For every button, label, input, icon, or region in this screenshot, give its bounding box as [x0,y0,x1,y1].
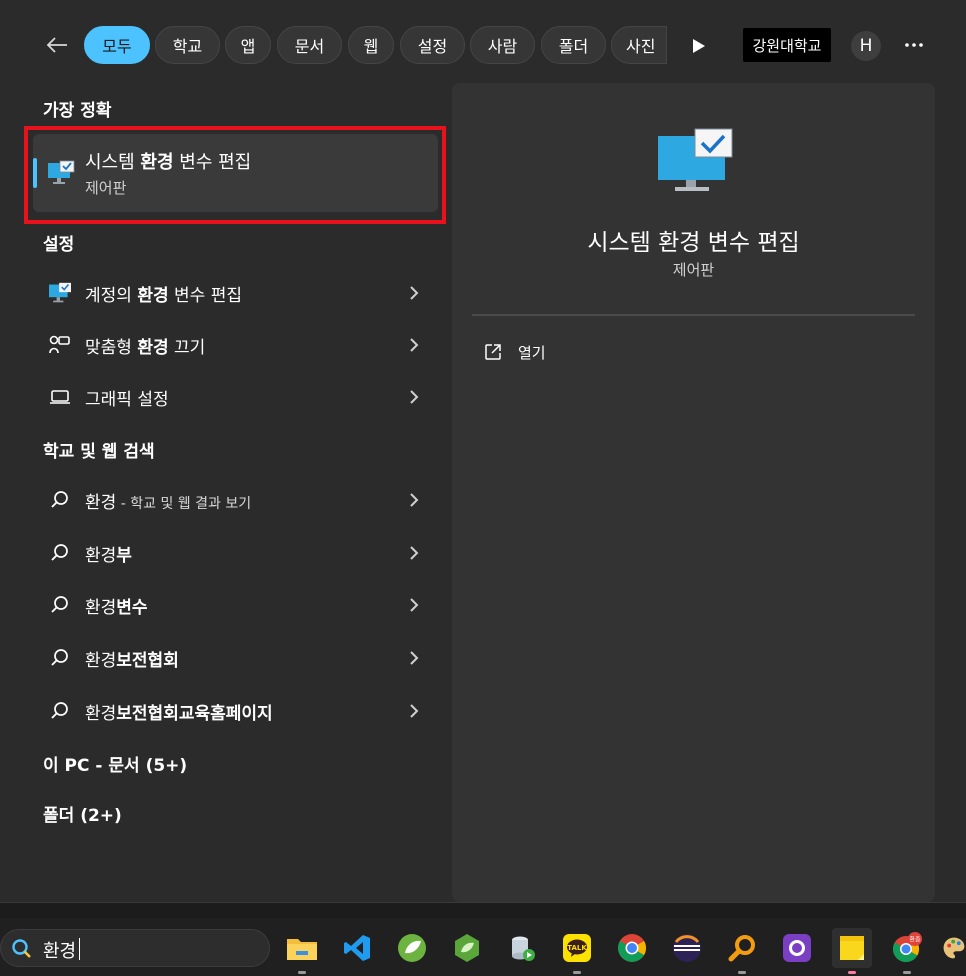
chrome-icon[interactable] [612,928,652,968]
ellipsis-icon [905,43,923,47]
kakaotalk-icon[interactable]: TALK [557,928,597,974]
search-icon [51,596,68,613]
preview-pane: 시스템 환경 변수 편집 제어판 열기 [452,83,935,902]
text-caret [79,938,80,960]
chrome-profile-icon[interactable]: 환종 [887,928,927,974]
folders-heading[interactable]: 폴더 (2+) [43,801,122,826]
play-icon [693,39,705,53]
search-icon [51,544,68,561]
avatar[interactable]: H [851,31,881,61]
running-indicator [903,971,911,974]
github-desktop-icon[interactable] [777,928,817,968]
search-icon [51,649,68,666]
personalization-icon [49,335,70,354]
suggestion-label: 환경 - 학교 및 웹 결과 보기 [85,493,252,513]
chevron-right-icon [410,390,419,404]
database-tool-icon[interactable] [502,928,542,968]
chevron-right-icon [410,651,419,665]
monitor-check-icon [658,128,733,191]
filter-chip-school[interactable]: 학교 [155,26,220,64]
suggestion-label: 환경부 [85,546,132,566]
settings-result-item[interactable]: 그래픽 설정 [33,374,438,420]
kakaotalk-label: TALK [567,944,587,952]
chevron-right-icon [410,493,419,507]
suggestion-label: 환경변수 [85,598,148,618]
filter-chip-photos[interactable]: 사진 [611,26,667,64]
suggestion-label: 환경보전협회 [85,651,179,671]
web-search-suggestion[interactable]: 환경부 [33,530,438,576]
taskbar-search-box[interactable]: 환경 [0,929,270,967]
filter-chip-all[interactable]: 모두 [84,26,150,64]
web-search-suggestion[interactable]: 환경보전협회 [33,635,438,681]
filter-bar: 모두 학교 앱 문서 웹 설정 사람 폴더 사진 강원대학교 H [0,0,966,90]
highlight-box [24,126,446,224]
running-indicator [738,971,746,974]
monitor-check-icon [49,282,71,303]
settings-heading: 설정 [43,235,75,255]
search-icon [51,702,68,719]
chevron-right-icon [410,598,419,612]
chevron-right-icon [410,704,419,718]
chevron-right-icon [410,338,419,352]
chevron-right-icon [410,546,419,560]
filter-chip-people[interactable]: 사람 [470,26,535,64]
web-search-heading: 학교 및 웹 검색 [43,442,155,462]
spring-tool-suite-icon[interactable] [392,928,432,968]
settings-result-item[interactable]: 계정의 환경 변수 편집 [33,270,438,316]
laptop-icon [50,390,70,404]
running-indicator [573,971,581,974]
back-arrow-icon [46,37,67,53]
filter-chip-documents[interactable]: 문서 [277,26,342,64]
filter-chip-web[interactable]: 웹 [348,26,394,64]
open-label: 열기 [518,343,546,362]
eclipse-icon[interactable] [667,928,707,968]
chevron-right-icon [410,286,419,300]
web-search-suggestion[interactable]: 환경변수 [33,582,438,628]
back-button[interactable] [40,28,74,62]
search-panel: 모두 학교 앱 문서 웹 설정 사람 폴더 사진 강원대학교 H 가장 정확 시… [0,0,966,903]
spring-boot-icon[interactable] [447,928,487,968]
pc-documents-heading[interactable]: 이 PC - 문서 (5+) [43,751,187,776]
preview-title: 시스템 환경 변수 편집 [587,230,800,256]
filter-chip-folders[interactable]: 폴더 [541,26,606,64]
file-explorer-icon[interactable] [282,928,322,974]
sticky-notes-icon[interactable] [832,928,872,974]
search-icon [51,491,68,508]
web-search-suggestion[interactable]: 환경 - 학교 및 웹 결과 보기 [33,477,438,523]
settings-result-item[interactable]: 맞춤형 환경 끄기 [33,322,438,368]
result-label: 계정의 환경 변수 편집 [85,286,242,306]
filter-chip-settings[interactable]: 설정 [400,26,465,64]
search-query: 환경 [43,941,77,962]
web-search-suggestion[interactable]: 환경보전협회교육홈페이지 [33,688,438,734]
search-icon [12,939,31,958]
result-label: 맞춤형 환경 끄기 [85,338,206,358]
result-label: 그래픽 설정 [85,390,169,410]
best-match-heading: 가장 정확 [43,101,112,121]
suggestion-label: 환경보전협회교육홈페이지 [85,704,273,724]
open-action[interactable]: 열기 [484,339,546,365]
vscode-icon[interactable] [337,928,377,968]
more-options-button[interactable] [900,31,928,59]
preview-subtitle: 제어판 [672,261,715,279]
search-tool-icon[interactable] [722,928,762,974]
profile-badge: 환종 [909,936,921,944]
paint-icon[interactable] [942,928,966,968]
organization-badge[interactable]: 강원대학교 [743,28,831,62]
running-indicator [298,971,306,974]
running-indicator [848,971,856,974]
taskbar: 환경 TALK 환종 [0,918,966,976]
open-external-icon [485,344,501,360]
filter-chip-apps[interactable]: 앱 [225,26,271,64]
divider [472,314,915,316]
more-filters-button[interactable] [686,33,712,59]
